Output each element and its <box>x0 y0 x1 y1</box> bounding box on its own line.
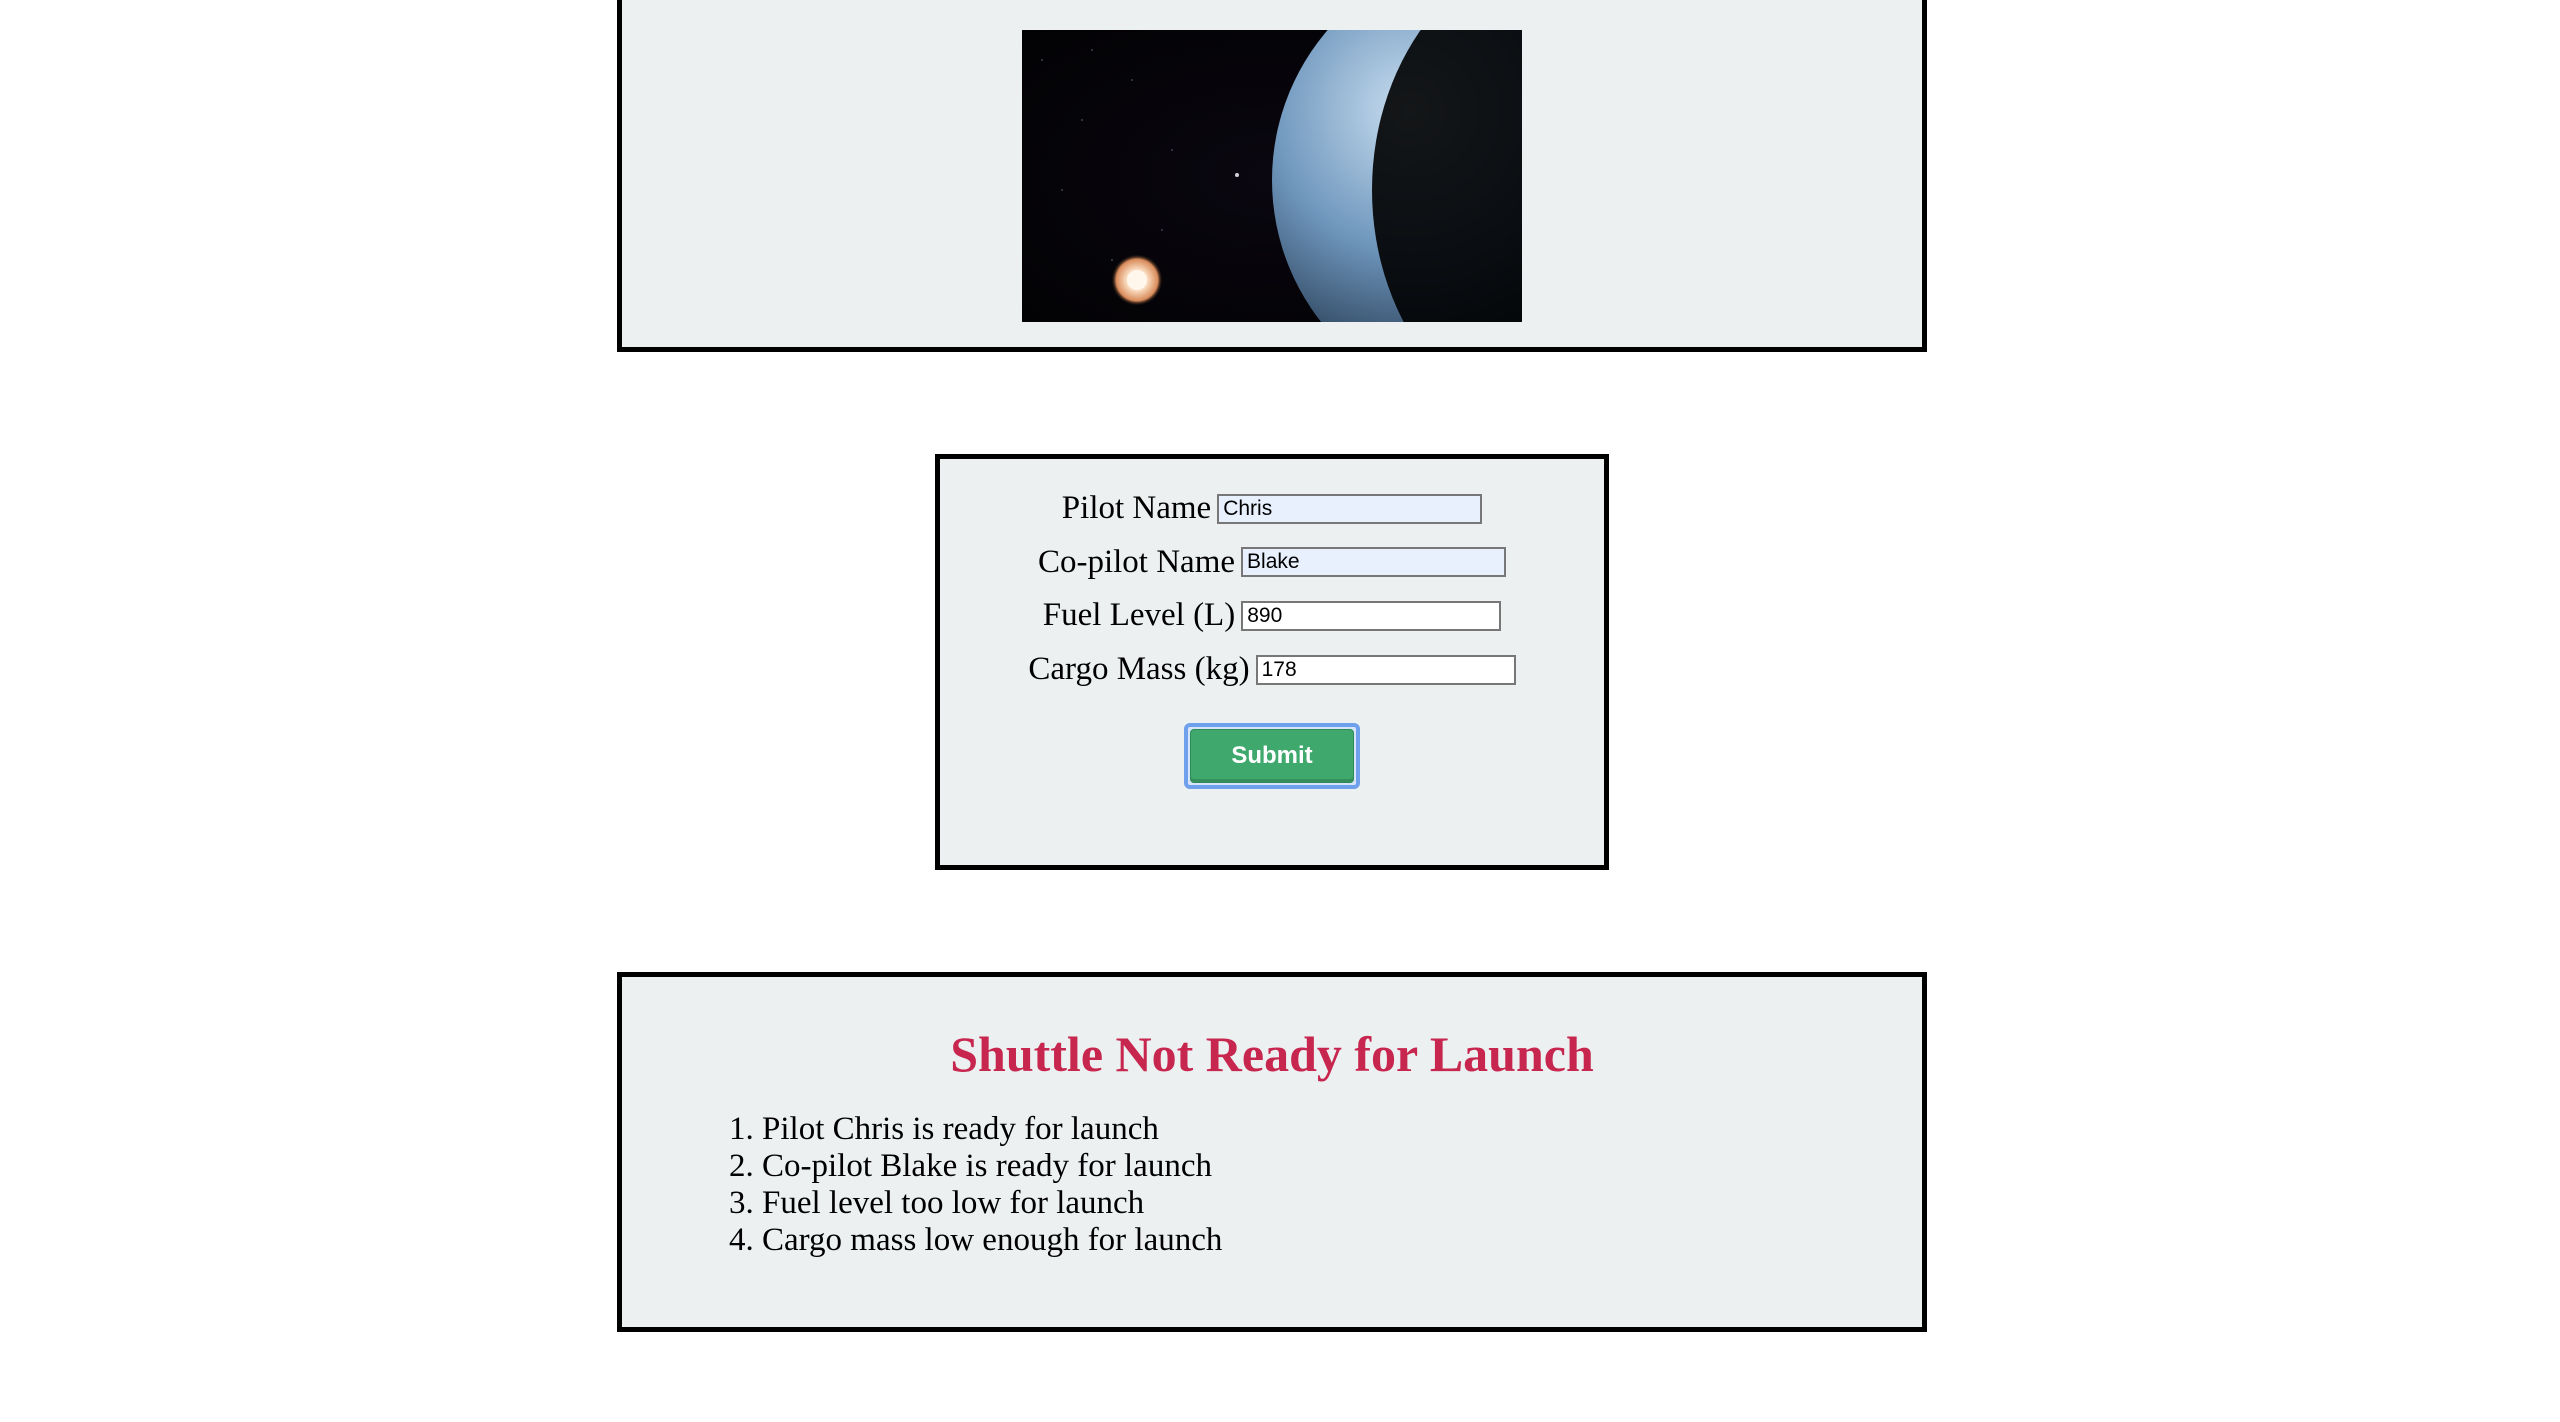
submit-button[interactable]: Submit <box>1190 729 1353 783</box>
planet-panel-inner <box>622 0 1922 347</box>
copilot-name-input[interactable] <box>1241 547 1506 577</box>
cargo-label: Cargo Mass (kg) <box>1028 650 1249 690</box>
cargo-mass-input[interactable] <box>1256 655 1516 685</box>
launch-status-panel: Shuttle Not Ready for Launch Pilot Chris… <box>617 972 1927 1332</box>
launch-status-heading: Shuttle Not Ready for Launch <box>662 1025 1882 1083</box>
list-item: Cargo mass low enough for launch <box>762 1222 1882 1259</box>
fuel-label: Fuel Level (L) <box>1043 596 1235 636</box>
list-item: Pilot Chris is ready for launch <box>762 1111 1882 1148</box>
copilot-row: Co-pilot Name <box>940 543 1604 583</box>
pilot-label: Pilot Name <box>1062 489 1211 529</box>
planet-image <box>1022 30 1522 322</box>
fuel-level-input[interactable] <box>1241 601 1501 631</box>
launch-form: Pilot Name Co-pilot Name Fuel Level (L) … <box>935 454 1609 870</box>
pilot-name-input[interactable] <box>1217 494 1482 524</box>
submit-focus-ring: Submit <box>1184 723 1359 789</box>
cargo-row: Cargo Mass (kg) <box>940 650 1604 690</box>
pilot-row: Pilot Name <box>940 489 1604 529</box>
copilot-label: Co-pilot Name <box>1038 543 1235 583</box>
list-item: Co-pilot Blake is ready for launch <box>762 1148 1882 1185</box>
launch-status-list: Pilot Chris is ready for launch Co-pilot… <box>722 1111 1882 1259</box>
submit-wrap: Submit <box>940 723 1604 789</box>
fuel-row: Fuel Level (L) <box>940 596 1604 636</box>
planet-panel <box>617 0 1927 352</box>
list-item: Fuel level too low for launch <box>762 1185 1882 1222</box>
